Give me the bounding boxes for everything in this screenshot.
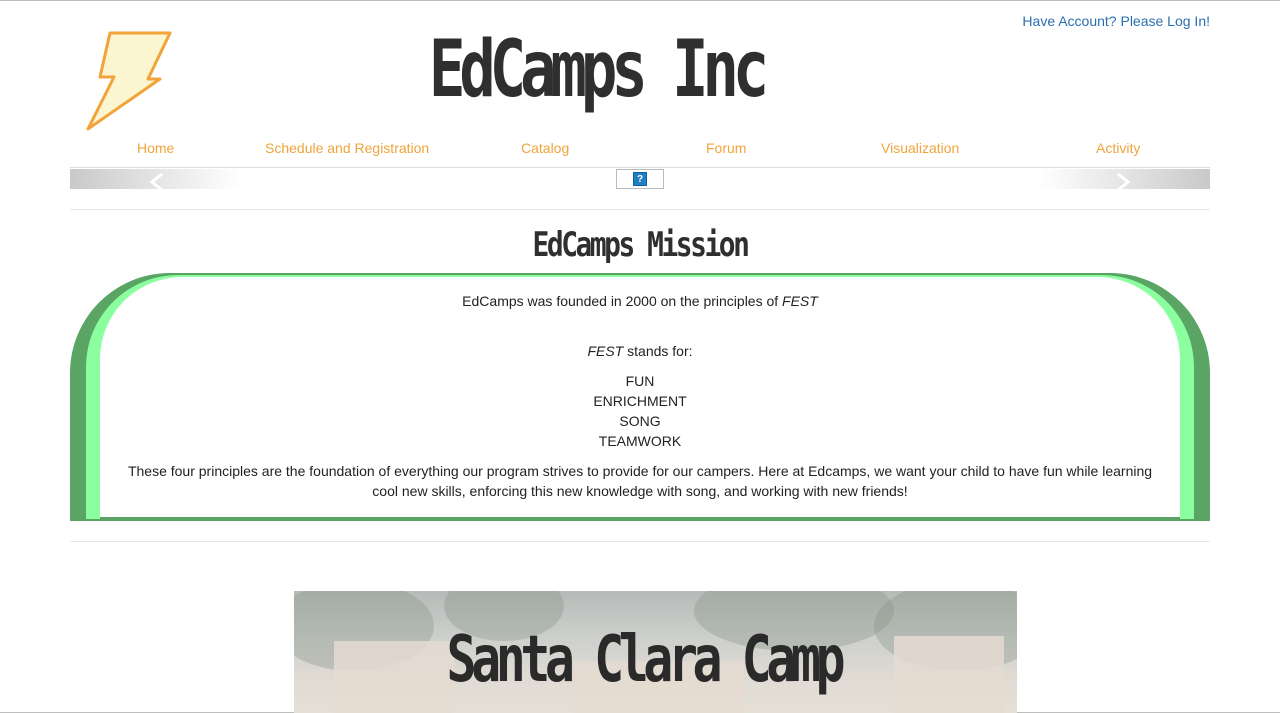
mission-founded: EdCamps was founded in 2000 on the princ…: [100, 291, 1180, 311]
camp-title: Santa Clara Camp: [446, 623, 846, 697]
divider: [70, 541, 1210, 542]
nav-item-catalog[interactable]: Catalog: [521, 140, 569, 156]
chevron-left-icon[interactable]: [148, 173, 166, 191]
founded-text: EdCamps was founded in 2000 on the princ…: [462, 293, 783, 309]
mission-title: EdCamps Mission: [532, 225, 750, 265]
page: Have Account? Please Log In! EdCamps Inc…: [0, 0, 1280, 713]
mission-box: EdCamps was founded in 2000 on the princ…: [70, 273, 1210, 521]
divider: [70, 209, 1210, 210]
list-item: SONG: [619, 413, 661, 429]
mission-content: EdCamps was founded in 2000 on the princ…: [100, 277, 1180, 519]
stands-text: stands for:: [623, 343, 693, 359]
mission-box-border: EdCamps was founded in 2000 on the princ…: [86, 275, 1194, 519]
list-item: TEAMWORK: [598, 433, 682, 449]
mission-stands-for: FEST stands for:: [100, 341, 1180, 361]
nav-item-forum[interactable]: Forum: [706, 140, 746, 156]
help-icon: ?: [633, 172, 647, 186]
stands-em: FEST: [587, 343, 624, 359]
founded-em: FEST: [782, 293, 818, 309]
nav-item-schedule-registration[interactable]: Schedule and Registration: [265, 140, 429, 156]
help-button[interactable]: ?: [616, 169, 664, 189]
list-item: FUN: [625, 373, 655, 389]
site-title: EdCamps Inc: [428, 25, 770, 115]
slider-strip: ?: [70, 169, 1210, 191]
main-nav: Home Schedule and Registration Catalog F…: [70, 137, 1210, 168]
nav-item-visualization[interactable]: Visualization: [881, 140, 959, 156]
list-item: ENRICHMENT: [593, 393, 687, 409]
nav-item-home[interactable]: Home: [137, 140, 174, 156]
mission-description: These four principles are the foundation…: [127, 463, 1153, 499]
principles-list: FUN ENRICHMENT SONG TEAMWORK: [100, 371, 1180, 451]
nav-item-activity[interactable]: Activity: [1096, 140, 1140, 156]
chevron-right-icon[interactable]: [1114, 173, 1132, 191]
